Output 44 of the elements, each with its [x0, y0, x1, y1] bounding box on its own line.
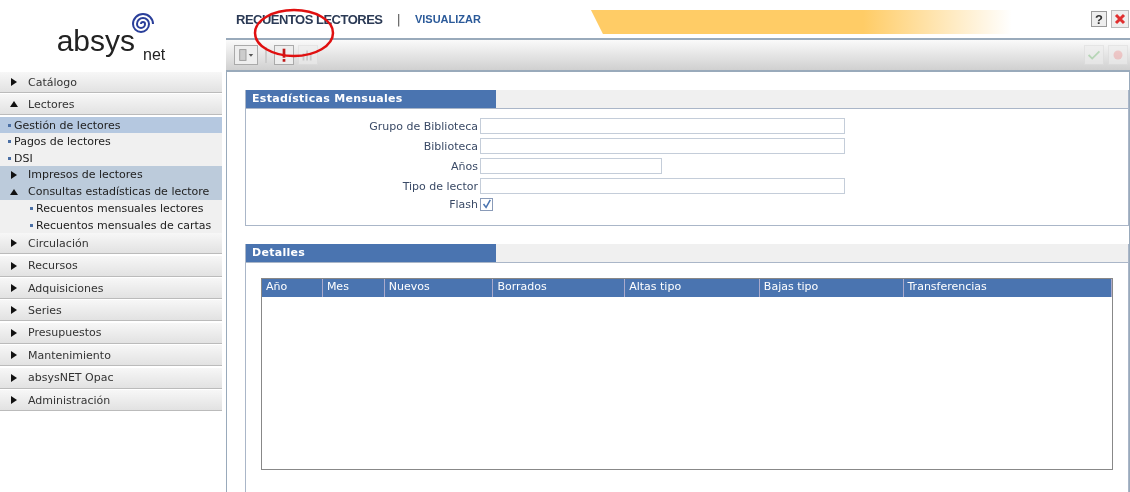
column-header[interactable]: Nuevos	[384, 279, 494, 297]
check-icon[interactable]	[1084, 45, 1104, 65]
checkbox[interactable]	[480, 198, 493, 211]
sidebar-section[interactable]: Recursos	[0, 255, 222, 277]
chart-icon[interactable]	[298, 45, 318, 65]
sidebar-subsection[interactable]: Consultas estadísticas de lectore	[0, 183, 222, 201]
panel-title: Detalles	[246, 244, 496, 262]
sidebar-section[interactable]: Series	[0, 300, 222, 322]
column-header[interactable]: Bajas tipo	[759, 279, 904, 297]
sidebar-section[interactable]: Circulación	[0, 233, 222, 255]
field-label: Tipo de lector	[401, 179, 478, 193]
sidebar-section[interactable]: Adquisiciones	[0, 278, 222, 300]
document-dropdown-icon[interactable]	[234, 45, 258, 65]
field-label: Grupo de Biblioteca	[368, 119, 478, 133]
logo-subtext: net	[143, 46, 166, 64]
input-field[interactable]	[480, 158, 662, 174]
field-label: Biblioteca	[422, 139, 478, 153]
logo-text: absys	[56, 26, 136, 56]
sidebar-item[interactable]: Pagos de lectores	[0, 133, 222, 150]
sidebar-section[interactable]: Presupuestos	[0, 322, 222, 344]
field-label: Años	[450, 159, 478, 173]
sidebar-section[interactable]: Mantenimiento	[0, 345, 222, 367]
help-button[interactable]: ?	[1091, 11, 1107, 27]
input-field[interactable]	[480, 138, 845, 154]
sidebar-section[interactable]: absysNET Opac	[0, 367, 222, 389]
close-icon[interactable]	[1111, 10, 1129, 28]
sidebar-item[interactable]: Recuentos mensuales lectores	[0, 200, 222, 217]
sidebar-section[interactable]: Administración	[0, 390, 222, 411]
column-header[interactable]: Mes	[322, 279, 385, 297]
mode-label: VISUALIZAR	[414, 13, 481, 25]
input-field[interactable]	[480, 178, 845, 194]
panel-title: Estadísticas Mensuales	[246, 90, 496, 108]
sidebar-subsection[interactable]: Impresos de lectores	[0, 166, 222, 184]
sidebar-section[interactable]: Catálogo	[0, 72, 222, 93]
column-header[interactable]: Transferencias	[903, 279, 1112, 297]
field-label: Flash	[448, 198, 478, 211]
sidebar-section[interactable]: Lectores	[0, 94, 222, 116]
input-field[interactable]	[480, 118, 845, 134]
sidebar-item[interactable]: Gestión de lectores	[0, 116, 222, 134]
column-header[interactable]: Borrados	[493, 279, 626, 297]
title-separator: |	[396, 11, 401, 27]
toolbar-separator-icon	[265, 47, 267, 63]
column-header[interactable]: Año	[262, 279, 323, 297]
column-header[interactable]: Altas tipo	[625, 279, 760, 297]
